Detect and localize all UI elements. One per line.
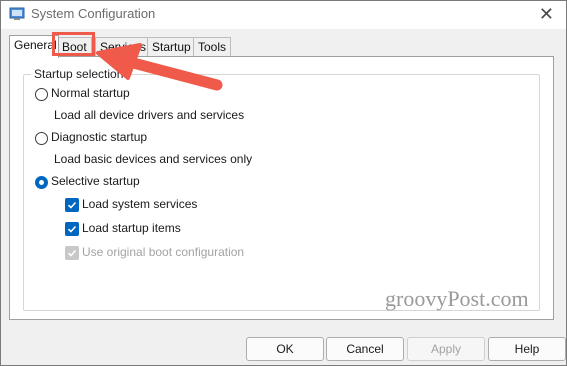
annotation-arrow-icon [96, 43, 223, 91]
